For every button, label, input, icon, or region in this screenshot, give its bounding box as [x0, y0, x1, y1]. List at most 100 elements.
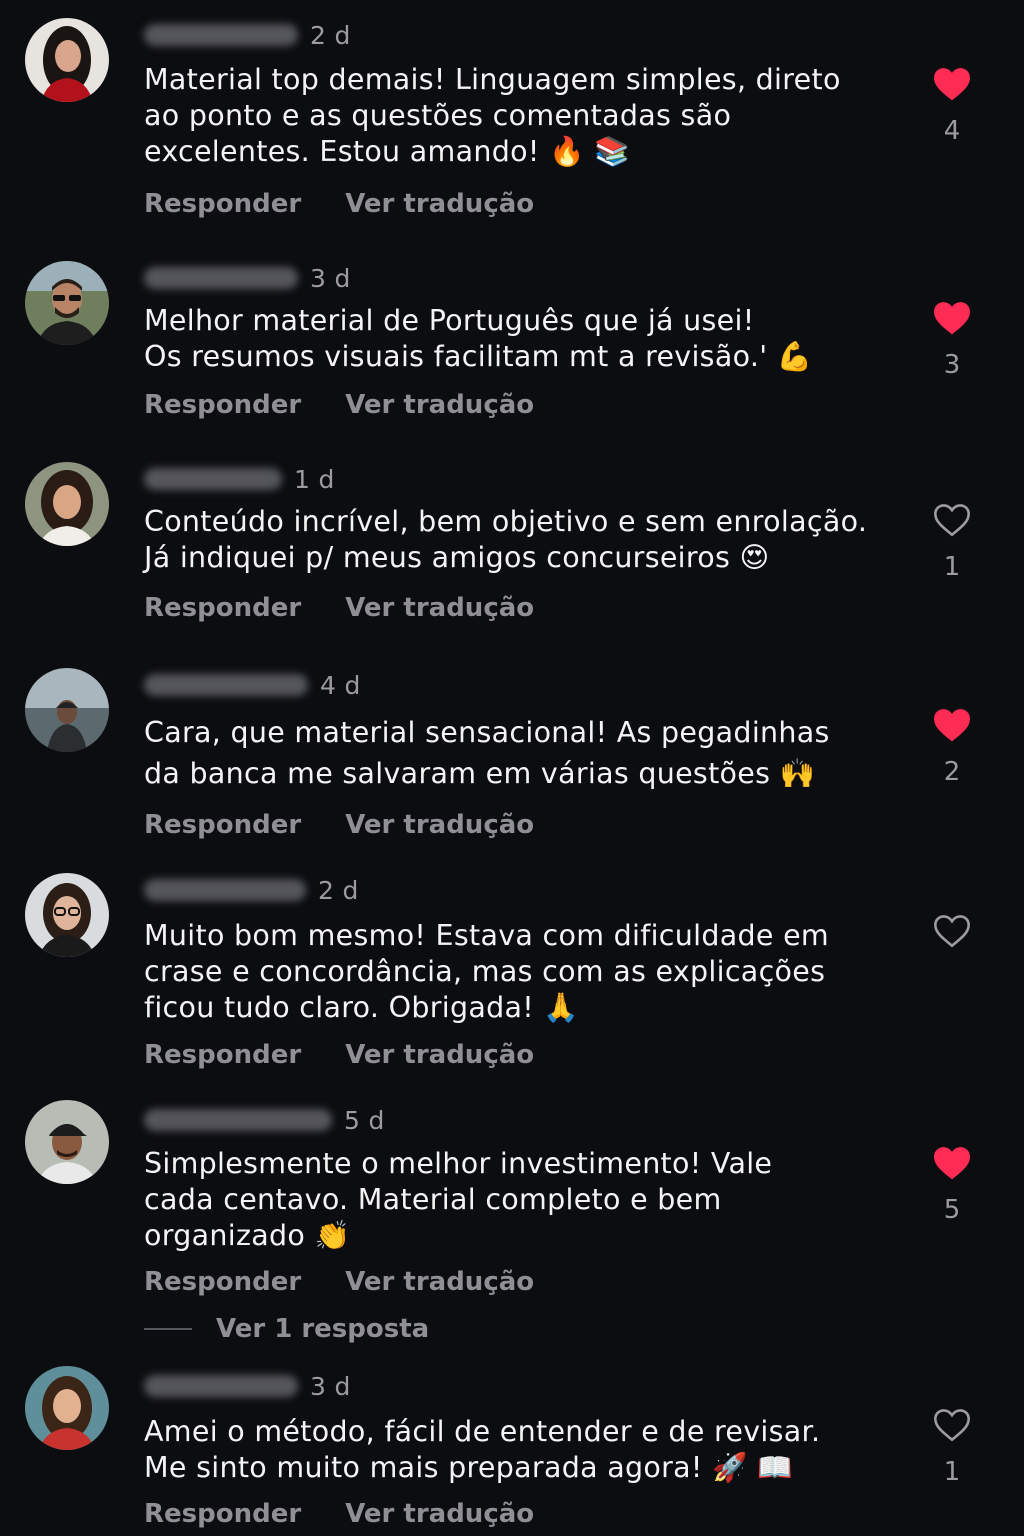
reply-divider	[144, 1328, 192, 1330]
username-blurred[interactable]	[144, 468, 282, 490]
comment-meta: 3 d	[144, 1370, 351, 1402]
translate-button[interactable]: Ver tradução	[345, 189, 534, 219]
reply-button[interactable]: Responder	[144, 390, 301, 420]
comment-meta: 5 d	[144, 1104, 385, 1136]
comment-actions: Responder Ver tradução	[144, 1264, 534, 1300]
comment-time: 2 d	[318, 875, 359, 905]
like-button[interactable]: 4	[930, 66, 974, 146]
avatar[interactable]	[25, 18, 109, 102]
comment-text: Simplesmente o melhor investimento! Vale…	[144, 1146, 864, 1254]
comment-line: Melhor material de Português que já usei…	[144, 304, 755, 337]
comment-line: organizado 👏	[144, 1219, 351, 1252]
avatar[interactable]	[25, 668, 109, 752]
comment-line: excelentes. Estou amando! 🔥 📚	[144, 135, 630, 168]
avatar[interactable]	[25, 1366, 109, 1450]
like-button[interactable]: 3	[930, 300, 974, 380]
avatar[interactable]	[25, 462, 109, 546]
heart-filled-icon	[934, 302, 970, 335]
comment-time: 4 d	[320, 670, 361, 700]
comment-meta: 2 d	[144, 19, 351, 51]
like-count: 5	[943, 1195, 961, 1225]
comment-line: da banca me salvaram em várias questões …	[144, 757, 816, 790]
woman-avatar-icon	[25, 1366, 109, 1450]
like-count: 1	[943, 1457, 961, 1487]
username-blurred[interactable]	[144, 24, 298, 46]
comment-text: Material top demais! Linguagem simples, …	[144, 62, 864, 170]
heart-filled-icon	[934, 709, 970, 742]
like-button[interactable]: 2	[930, 707, 974, 787]
comment-line: Cara, que material sensacional! As pegad…	[144, 716, 830, 749]
like-button[interactable]: 1	[930, 502, 974, 582]
heart-filled-icon	[934, 68, 970, 101]
comment-text: Cara, que material sensacional! As pegad…	[144, 712, 864, 794]
comment-meta: 2 d	[144, 874, 359, 906]
translate-button[interactable]: Ver tradução	[345, 1040, 534, 1070]
heart-outline-icon	[933, 915, 971, 948]
comment-meta: 1 d	[144, 463, 335, 495]
translate-button[interactable]: Ver tradução	[345, 1267, 534, 1297]
username-blurred[interactable]	[144, 267, 298, 289]
man-cap-beach-avatar-icon	[25, 668, 109, 752]
comment-line: Muito bom mesmo! Estava com dificuldade …	[144, 919, 829, 952]
reply-button[interactable]: Responder	[144, 189, 301, 219]
woman-avatar-icon	[25, 462, 109, 546]
translate-button[interactable]: Ver tradução	[345, 810, 534, 840]
translate-button[interactable]: Ver tradução	[345, 1499, 534, 1529]
view-replies-button[interactable]: Ver 1 resposta	[144, 1311, 429, 1347]
heart-outline-icon	[933, 504, 971, 537]
like-count: 2	[943, 757, 961, 787]
username-blurred[interactable]	[144, 1375, 298, 1397]
heart-filled-icon	[934, 1147, 970, 1180]
comment-actions: Responder Ver tradução	[144, 1037, 534, 1073]
avatar[interactable]	[25, 261, 109, 345]
comment-text: Conteúdo incrível, bem objetivo e sem en…	[144, 504, 868, 576]
man-sunglasses-avatar-icon	[25, 261, 109, 345]
woman-glasses-avatar-icon	[25, 873, 109, 957]
comment-line: Me sinto muito mais preparada agora! 🚀 📖	[144, 1451, 793, 1484]
comment-line: crase e concordância, mas com as explica…	[144, 955, 826, 988]
comment-actions: Responder Ver tradução	[144, 1496, 534, 1532]
username-blurred[interactable]	[144, 674, 308, 696]
avatar[interactable]	[25, 873, 109, 957]
reply-button[interactable]: Responder	[144, 1040, 301, 1070]
comment-line: Já indiquei p/ meus amigos concurseiros …	[144, 541, 770, 574]
comment-line: Conteúdo incrível, bem objetivo e sem en…	[144, 505, 868, 538]
comment-meta: 3 d	[144, 262, 351, 294]
comment-time: 2 d	[310, 20, 351, 50]
comment-line: cada centavo. Material completo e bem	[144, 1183, 722, 1216]
comment-time: 5 d	[344, 1105, 385, 1135]
comment-time: 3 d	[310, 263, 351, 293]
username-blurred[interactable]	[144, 1109, 332, 1131]
comment-actions: Responder Ver tradução	[144, 590, 534, 626]
avatar[interactable]	[25, 1100, 109, 1184]
comment-time: 1 d	[294, 464, 335, 494]
comment-line: Simplesmente o melhor investimento! Vale	[144, 1147, 773, 1180]
reply-button[interactable]: Responder	[144, 593, 301, 623]
comment-actions: Responder Ver tradução	[144, 807, 534, 843]
reply-button[interactable]: Responder	[144, 1267, 301, 1297]
comment-line: ao ponto e as questões comentadas são	[144, 99, 732, 132]
like-count: 1	[943, 552, 961, 582]
view-replies-label: Ver 1 resposta	[216, 1314, 430, 1344]
reply-button[interactable]: Responder	[144, 810, 301, 840]
comment-line: Amei o método, fácil de entender e de re…	[144, 1415, 821, 1448]
like-count: 4	[943, 116, 961, 146]
comment-actions: Responder Ver tradução	[144, 186, 534, 222]
like-button[interactable]	[930, 913, 974, 949]
username-blurred[interactable]	[144, 879, 306, 901]
like-button[interactable]: 5	[930, 1145, 974, 1225]
comment-line: Material top demais! Linguagem simples, …	[144, 63, 841, 96]
translate-button[interactable]: Ver tradução	[345, 593, 534, 623]
woman-avatar-icon	[25, 18, 109, 102]
like-button[interactable]: 1	[930, 1407, 974, 1487]
translate-button[interactable]: Ver tradução	[345, 390, 534, 420]
comment-text: Muito bom mesmo! Estava com dificuldade …	[144, 918, 864, 1026]
comment-text: Melhor material de Português que já usei…	[144, 303, 864, 375]
man-cap-avatar-icon	[25, 1100, 109, 1184]
like-count: 3	[943, 350, 961, 380]
reply-button[interactable]: Responder	[144, 1499, 301, 1529]
comment-meta: 4 d	[144, 669, 361, 701]
comment-actions: Responder Ver tradução	[144, 387, 534, 423]
comment-text: Amei o método, fácil de entender e de re…	[144, 1414, 864, 1486]
heart-outline-icon	[933, 1409, 971, 1442]
